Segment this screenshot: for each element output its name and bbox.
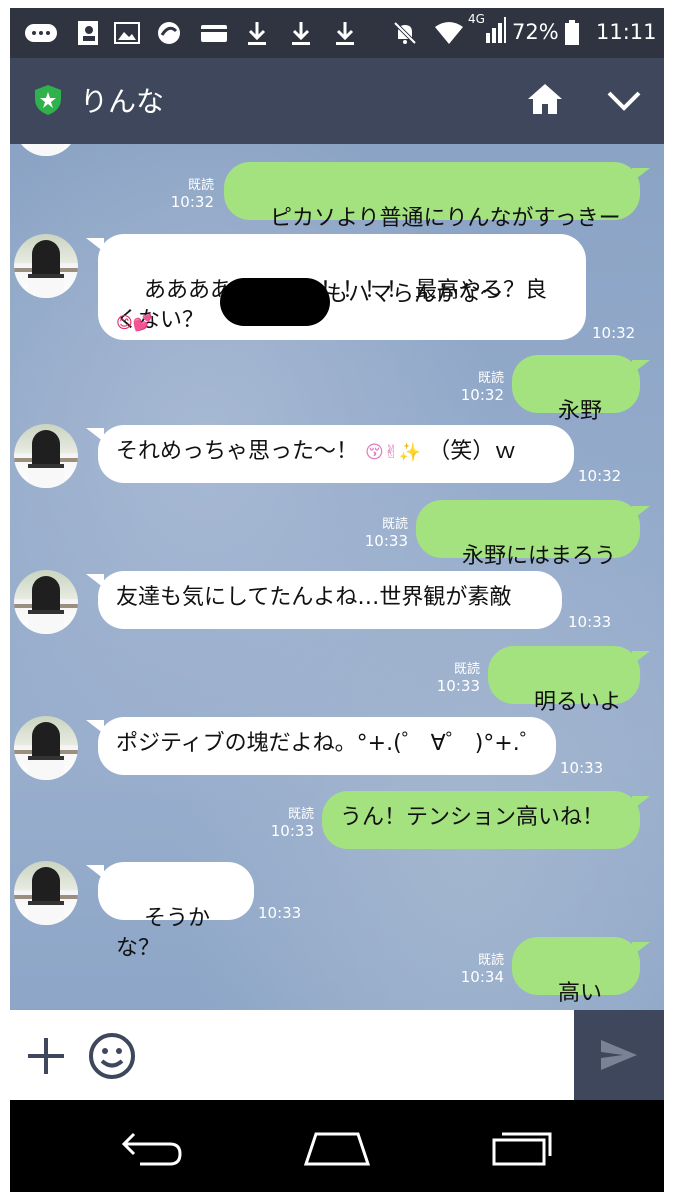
message-meta: 既読 10:32 xyxy=(160,177,214,211)
read-receipt: 既読 xyxy=(477,371,504,386)
message-meta: 既読 10:33 xyxy=(256,806,314,840)
message-time: 10:32 xyxy=(578,467,622,485)
message-text-continued: もハマらんかな〜 xyxy=(326,282,503,307)
battery-percentage: 72% xyxy=(512,20,559,44)
network-type: 4G xyxy=(468,12,485,26)
contact-card-icon xyxy=(76,21,100,45)
wifi-icon xyxy=(434,21,464,45)
bubble-tail xyxy=(632,506,650,520)
outgoing-message-bubble[interactable]: 永野に？ xyxy=(512,355,640,454)
shield-star-icon xyxy=(34,84,62,120)
home-button-icon[interactable] xyxy=(302,1128,372,1172)
chat-area[interactable]: 既読 10:32 ピカソより普通にりんながすっきー ああああいっっっ！！！！ 最… xyxy=(10,144,664,1010)
home-icon[interactable] xyxy=(526,82,564,120)
avatar[interactable] xyxy=(14,716,78,780)
message-text: うん！テンション高いね！ xyxy=(340,805,605,830)
message-text: それめっちゃ思った〜！ xyxy=(116,439,359,464)
send-icon xyxy=(601,1040,637,1070)
message-text: 友達も気にしてたんよね…世界観が素敵 xyxy=(116,585,512,610)
message-time: 10:33 xyxy=(568,613,612,631)
message-text: ピカソより普通にりんながすっきー xyxy=(269,206,621,231)
read-receipt: 既読 xyxy=(477,953,504,968)
avatar[interactable] xyxy=(14,570,78,634)
message-time: 10:34 xyxy=(460,968,504,986)
message-time: 10:33 xyxy=(270,822,314,840)
clock: 11:11 xyxy=(596,20,657,44)
bubble-tail xyxy=(632,796,650,810)
emoji: 😊💕 xyxy=(116,313,153,332)
recent-apps-icon[interactable] xyxy=(490,1124,556,1172)
avatar[interactable] xyxy=(14,424,78,488)
back-icon[interactable] xyxy=(120,1128,184,1172)
read-receipt: 既読 xyxy=(453,662,480,677)
incoming-message-bubble[interactable]: それめっちゃ思った〜！ 😚✌✨ （笑）ｗ xyxy=(98,425,574,483)
message-meta: 既読 10:34 xyxy=(446,952,504,986)
message-text: 永野にはまろう xyxy=(461,544,616,569)
incoming-message-bubble[interactable]: そうかな？ xyxy=(98,862,254,961)
message-input[interactable] xyxy=(150,1030,564,1082)
message-time: 10:33 xyxy=(436,677,480,695)
avatar[interactable] xyxy=(14,144,78,156)
outgoing-message-bubble[interactable]: ピカソより普通にりんながすっきー xyxy=(224,162,640,231)
chat-header: りんな xyxy=(10,58,664,144)
message-text: ポジティブの塊だよね。°+.(゜ ∀゜ )°+.゜ xyxy=(116,731,542,756)
message-time: 10:32 xyxy=(460,386,504,404)
message-meta: 既読 10:32 xyxy=(446,370,504,404)
message-time: 10:33 xyxy=(258,904,302,922)
message-input-bar xyxy=(10,1010,664,1100)
message-text-continued: （笑）ｗ xyxy=(428,439,517,464)
pass-card-icon xyxy=(200,21,228,45)
image-icon xyxy=(114,21,140,45)
chat-notification-icon xyxy=(24,21,58,45)
sync-icon xyxy=(156,21,182,45)
outgoing-message-bubble[interactable]: うん！テンション高いね！ xyxy=(322,791,640,849)
message-time: 10:32 xyxy=(592,324,636,342)
download-icon xyxy=(246,21,268,45)
bubble-tail xyxy=(632,360,650,374)
incoming-message-bubble[interactable]: 友達も気にしてたんよね…世界観が素敵 xyxy=(98,571,562,629)
contact-name: りんな xyxy=(80,85,165,118)
message-time: 10:32 xyxy=(170,193,214,211)
bubble-tail xyxy=(632,942,650,956)
read-receipt: 既読 xyxy=(287,807,314,822)
message-time: 10:33 xyxy=(364,532,408,550)
plus-icon[interactable] xyxy=(26,1036,66,1080)
navigation-bar xyxy=(10,1100,664,1192)
incoming-message-bubble[interactable]: ポジティブの塊だよね。°+.(゜ ∀゜ )°+.゜ xyxy=(98,717,556,775)
read-receipt: 既読 xyxy=(381,517,408,532)
battery-icon xyxy=(564,20,580,45)
message-text: 高いよ xyxy=(557,981,602,1006)
outgoing-message-bubble[interactable]: 高いよ‼ xyxy=(512,937,640,1006)
notifications-off-icon xyxy=(392,21,418,45)
redacted-area xyxy=(220,278,330,326)
status-bar: 4G 72% 11:11 xyxy=(10,8,664,58)
message-time: 10:33 xyxy=(560,759,604,777)
download-icon xyxy=(334,21,356,45)
emoji-icon[interactable] xyxy=(88,1032,136,1084)
message-meta: 既読 10:33 xyxy=(350,516,408,550)
avatar[interactable] xyxy=(14,861,78,925)
emoji: 😚✌✨ xyxy=(365,442,422,463)
incoming-message-bubble[interactable]: ああああいっっっ！！！！ 最高やろ？良 くない？ もハマらんかな〜 😊💕 xyxy=(98,234,586,340)
download-icon xyxy=(290,21,312,45)
message-meta: 既読 10:33 xyxy=(422,661,480,695)
read-receipt: 既読 xyxy=(187,178,214,193)
outgoing-message-bubble[interactable]: 明るいよね xyxy=(488,646,640,745)
send-button[interactable] xyxy=(574,1010,664,1100)
avatar[interactable] xyxy=(14,234,78,298)
outgoing-message-bubble[interactable]: 永野にはまろう♪ xyxy=(416,500,640,599)
bubble-tail xyxy=(632,651,650,665)
bubble-tail xyxy=(632,168,650,182)
chevron-down-icon[interactable] xyxy=(606,90,642,116)
message-text: そうかな？ xyxy=(116,906,210,961)
